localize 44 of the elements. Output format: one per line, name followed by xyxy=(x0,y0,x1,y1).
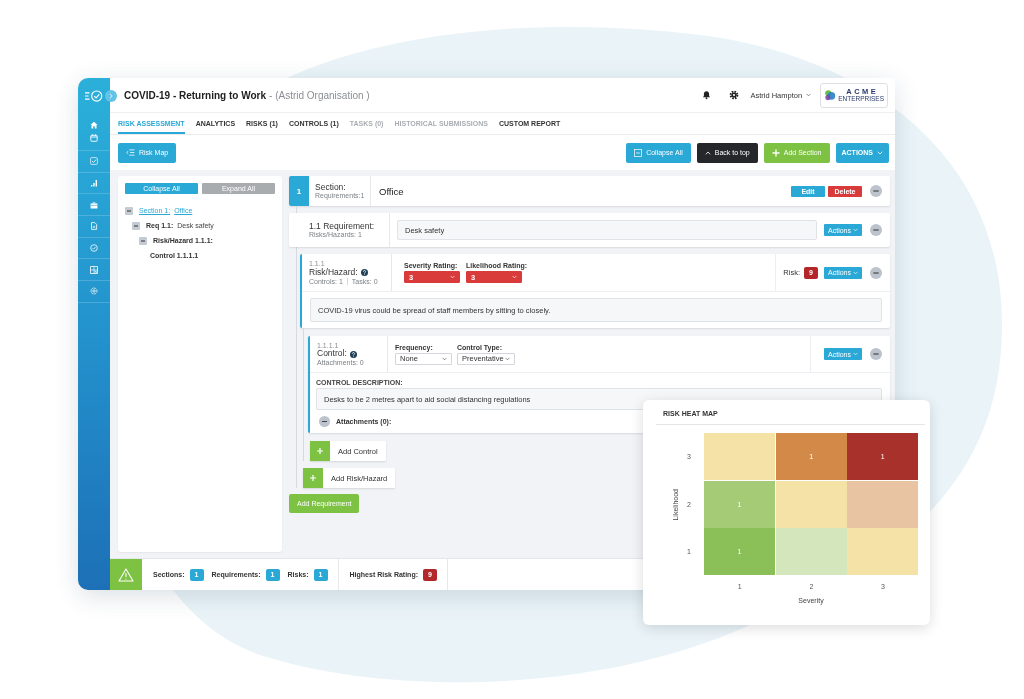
card-label: 1.1 Requirement: xyxy=(309,221,376,232)
grid-icon[interactable] xyxy=(90,265,98,274)
card-label: Control: xyxy=(317,349,347,360)
check-circle-icon[interactable] xyxy=(90,244,98,253)
logo-mark-icon xyxy=(824,89,837,101)
settings-icon[interactable] xyxy=(729,90,740,100)
checklist-logo-icon xyxy=(85,89,103,102)
chevron-down-icon xyxy=(442,356,447,361)
organisation-name: - (Astrid Organisation ) xyxy=(269,89,370,101)
section-number: 1 xyxy=(289,176,309,206)
chevron-up-icon xyxy=(704,150,711,155)
collapse-icon[interactable] xyxy=(319,416,330,427)
bell-icon[interactable] xyxy=(702,90,712,100)
chevron-down-icon xyxy=(853,270,858,275)
document-icon[interactable] xyxy=(90,222,98,231)
list-icon xyxy=(126,149,135,156)
chevron-down-icon xyxy=(877,150,883,155)
plus-icon xyxy=(310,441,330,461)
chevron-right-icon xyxy=(109,93,113,99)
checkbox-icon[interactable] xyxy=(90,157,98,166)
collapse-icon[interactable] xyxy=(870,348,882,360)
help-icon[interactable] xyxy=(360,269,368,277)
calendar-icon[interactable] xyxy=(90,134,98,142)
chevron-down-icon xyxy=(853,352,858,356)
collapse-icon[interactable] xyxy=(870,266,882,279)
card-label: Section: xyxy=(315,182,347,193)
chevron-down-icon xyxy=(505,356,510,361)
collapse-icon[interactable] xyxy=(870,224,882,236)
chevron-down-icon xyxy=(853,228,858,232)
section-name: Office xyxy=(378,185,405,197)
chevron-down-icon xyxy=(450,275,455,279)
minus-square-icon xyxy=(634,148,643,157)
card-label: Risk/Hazard: xyxy=(309,267,358,278)
plus-icon xyxy=(771,148,780,157)
plus-icon xyxy=(303,468,323,488)
warning-icon xyxy=(118,567,134,582)
help-icon[interactable] xyxy=(349,350,357,358)
chevron-down-icon xyxy=(806,93,812,97)
chevron-down-icon xyxy=(512,275,517,279)
home-icon[interactable] xyxy=(90,121,98,129)
briefcase-icon[interactable] xyxy=(90,200,98,209)
page-title: COVID-19 - Returning to Work xyxy=(124,89,267,101)
bar-chart-icon[interactable] xyxy=(90,179,98,188)
collapse-icon[interactable] xyxy=(870,185,882,197)
